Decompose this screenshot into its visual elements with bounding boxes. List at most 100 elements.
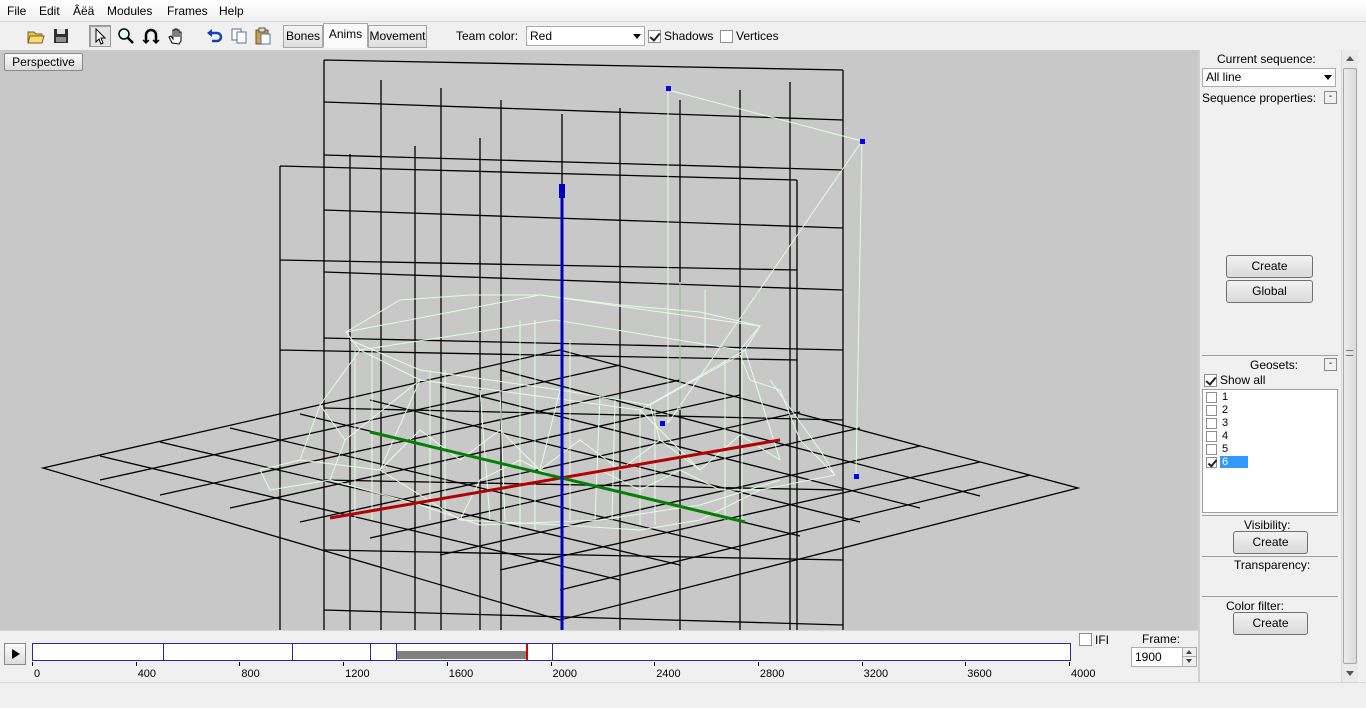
timeline-tick-label: 2000 [552, 668, 577, 680]
timeline-tick [757, 662, 759, 666]
shadows-label: Shadows [664, 29, 714, 43]
timeline-tick-label: 2400 [656, 668, 681, 680]
menu-modules[interactable]: Modules [107, 4, 152, 20]
toolbar: Bones Anims Movement Team color: Red Sha… [0, 22, 1366, 50]
timeline-tick-label: 4000 [1071, 668, 1096, 680]
selected-range [395, 651, 526, 659]
timeline-tick-label: 0 [34, 668, 41, 680]
pan-hand-icon[interactable] [165, 25, 187, 47]
divider [1202, 355, 1338, 356]
scroll-up-icon[interactable] [1346, 56, 1354, 61]
geoset-list: 1 2 3 4 5 6 [1202, 389, 1338, 513]
scroll-thumb[interactable] [1343, 68, 1357, 664]
sequence-properties-label: Sequence properties: [1202, 91, 1317, 105]
shadows-checkbox[interactable] [648, 30, 661, 43]
grip-icon [1346, 350, 1353, 356]
spin-up-button[interactable] [1182, 648, 1196, 657]
play-icon[interactable] [4, 643, 26, 665]
timeline-tick-label: 1200 [345, 668, 370, 680]
save-icon[interactable] [50, 25, 72, 47]
paste-icon[interactable] [252, 25, 274, 47]
timeline-tick-label: 3200 [863, 668, 889, 680]
create-sequence-button[interactable]: Create [1226, 255, 1313, 278]
scroll-down-icon[interactable] [1346, 671, 1354, 676]
divider [1202, 596, 1338, 597]
menu-edit[interactable]: Edit [39, 4, 60, 20]
menu-file[interactable]: File [7, 4, 26, 20]
timeline-track[interactable] [32, 643, 1071, 661]
current-sequence-label: Current sequence: [1217, 52, 1316, 66]
rotate-icon[interactable] [140, 25, 162, 47]
perspective-button[interactable]: Perspective [4, 53, 83, 71]
timeline-tick [32, 662, 33, 666]
timeline-tick [654, 662, 656, 666]
timeline-tick-label: 2800 [759, 668, 785, 680]
timeline-tick [861, 662, 863, 666]
pivot-point [666, 86, 671, 91]
menu-view[interactable]: Âëä [73, 4, 94, 20]
select-arrow-icon[interactable] [89, 25, 111, 47]
team-color-select[interactable]: Red [526, 26, 645, 46]
timeline-tick-label: 800 [241, 668, 260, 680]
timeline-tick [550, 662, 552, 666]
frame-input[interactable]: 1900 [1131, 647, 1197, 667]
timeline-tick [343, 662, 345, 666]
tab-bones[interactable]: Bones [283, 25, 323, 48]
keyframe-marker[interactable] [551, 644, 553, 660]
keyframe-marker[interactable] [162, 644, 164, 660]
pivot-point [660, 421, 665, 426]
spin-down-button[interactable] [1182, 657, 1196, 666]
chevron-down-icon [1324, 75, 1332, 80]
keyframe-marker[interactable] [370, 644, 372, 660]
frame-label: Frame: [1142, 632, 1181, 646]
transparency-label: Transparency: [1234, 558, 1311, 572]
menu-bar: File Edit Âëä Modules Frames Help [0, 0, 1366, 22]
create-visibility-button[interactable]: Create [1233, 531, 1308, 554]
menu-frames[interactable]: Frames [167, 4, 208, 20]
divider [1202, 515, 1338, 516]
timeline-tick [239, 662, 241, 666]
collapse-geosets-button[interactable]: - [1324, 358, 1337, 371]
global-sequence-button[interactable]: Global [1226, 280, 1313, 303]
menu-help[interactable]: Help [219, 4, 244, 20]
vertices-label: Vertices [736, 29, 779, 43]
keyframe-marker[interactable] [395, 644, 397, 660]
show-all-label: Show all [1220, 373, 1266, 387]
timeline-tick [1069, 662, 1070, 666]
color-filter-label: Color filter: [1226, 599, 1285, 613]
y-axis [369, 430, 746, 524]
keyframe-marker[interactable] [292, 644, 294, 660]
show-all-checkbox[interactable] [1204, 374, 1217, 387]
geosets-label: Geosets: [1250, 358, 1299, 372]
ifi-label: IFI [1095, 633, 1109, 647]
vertices-checkbox[interactable] [720, 30, 733, 43]
3d-viewport[interactable]: Perspective [0, 50, 1198, 630]
current-frame-marker[interactable] [525, 644, 528, 660]
timeline: 0 400 800 1200 1600 2000 2400 2800 3200 3600 4000 … [0, 630, 1198, 682]
panel-scrollbar[interactable] [1341, 50, 1358, 682]
properties-panel: Current sequence: All line Sequence prop… [1198, 50, 1338, 682]
collapse-sequence-properties-button[interactable]: - [1324, 91, 1337, 104]
timeline-tick [446, 662, 448, 666]
undo-icon[interactable] [203, 25, 225, 47]
tab-movement[interactable]: Movement [368, 25, 427, 48]
copy-icon[interactable] [228, 25, 250, 47]
timeline-tick [965, 662, 967, 666]
visibility-label: Visibility: [1244, 518, 1291, 532]
chevron-down-icon [633, 34, 641, 39]
open-icon[interactable] [25, 25, 47, 47]
zoom-icon[interactable] [115, 25, 137, 47]
tab-anims[interactable]: Anims [323, 23, 368, 48]
timeline-tick-label: 3600 [967, 668, 992, 680]
frame-value: 1900 [1135, 650, 1162, 664]
create-color-filter-button[interactable]: Create [1233, 612, 1308, 635]
pivot-point [860, 139, 865, 144]
pivot-point [854, 474, 859, 479]
divider [1202, 556, 1338, 557]
current-sequence-select[interactable]: All line [1202, 68, 1336, 87]
scene-canvas[interactable] [0, 50, 1198, 630]
status-bar [0, 682, 1366, 708]
z-axis-tip [559, 184, 565, 198]
timeline-tick [135, 662, 137, 666]
ifi-checkbox[interactable] [1079, 633, 1092, 646]
